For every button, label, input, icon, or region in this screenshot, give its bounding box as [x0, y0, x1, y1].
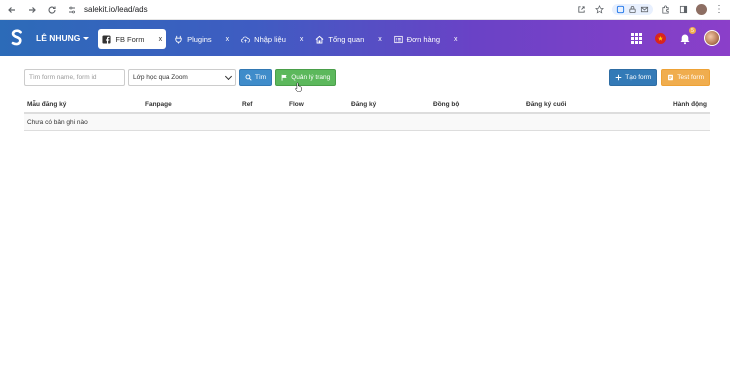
search-input[interactable]: Tìm form name, form id — [24, 69, 125, 86]
select-value: Lớp học qua Zoom — [133, 74, 188, 81]
vietnam-flag-icon[interactable] — [655, 32, 666, 44]
column-header[interactable]: Mẫu đăng ký — [27, 101, 66, 108]
table-header: Mẫu đăng ký Fanpage Ref Flow Đăng ký Đồn… — [24, 96, 710, 114]
bookmark-star-icon[interactable] — [594, 4, 605, 15]
user-menu[interactable]: LÊ NHUNG — [36, 33, 90, 43]
tab-label: FB Form — [115, 34, 145, 44]
user-name: LÊ NHUNG — [36, 33, 81, 43]
list-icon — [394, 35, 403, 44]
tab-close-button[interactable]: x — [159, 36, 163, 43]
url-text: salekit.io/lead/ads — [84, 5, 148, 14]
tab-bar: FB Form x Plugins x Nhập liệu x Tổng qua… — [98, 20, 461, 56]
tab-plugins[interactable]: Plugins x — [170, 29, 233, 49]
open-external-icon[interactable] — [576, 4, 587, 15]
column-header[interactable]: Đăng ký — [351, 101, 376, 108]
tab-label: Plugins — [187, 34, 212, 44]
puzzle-icon[interactable] — [660, 4, 671, 15]
category-select[interactable]: Lớp học qua Zoom — [128, 69, 236, 86]
site-info-icon[interactable] — [66, 4, 78, 16]
test-form-button[interactable]: Test form — [661, 69, 710, 86]
create-form-label: Tạo form — [625, 74, 652, 81]
column-header[interactable]: Đăng ký cuối — [526, 101, 566, 108]
notification-badge: 5 — [689, 27, 696, 34]
column-header[interactable]: Fanpage — [145, 101, 172, 108]
column-header[interactable]: Hành động — [673, 101, 707, 108]
search-icon — [245, 74, 252, 81]
facebook-icon — [102, 34, 111, 44]
manage-pages-button[interactable]: Quản lý trang — [275, 69, 337, 86]
back-icon[interactable] — [6, 4, 18, 16]
filter-toolbar: Tìm form name, form id Lớp học qua Zoom … — [0, 69, 730, 86]
form-icon — [668, 74, 674, 81]
chevron-down-icon — [224, 72, 233, 80]
cloud-upload-icon — [241, 35, 251, 44]
test-form-label: Test form — [677, 74, 704, 81]
more-menu-icon[interactable]: ⋮ — [714, 4, 724, 15]
pointer-cursor-icon — [295, 82, 302, 92]
column-header[interactable]: Ref — [242, 101, 252, 108]
column-header[interactable]: Đồng bộ — [433, 101, 459, 108]
plus-icon — [615, 74, 622, 81]
tab-close-button[interactable]: x — [454, 36, 458, 43]
side-panel-icon[interactable] — [678, 4, 689, 15]
search-button[interactable]: Tìm — [239, 69, 273, 86]
tab-label: Đơn hàng — [406, 34, 441, 44]
extensions-group — [612, 4, 653, 15]
flag-icon — [281, 74, 287, 81]
caret-down-icon — [83, 37, 90, 40]
user-avatar[interactable] — [704, 30, 720, 46]
tab-don-hang[interactable]: Đơn hàng x — [390, 29, 462, 49]
create-form-button[interactable]: Tạo form — [609, 69, 658, 86]
empty-state-row: Chưa có bản ghi nào — [24, 114, 710, 131]
tab-close-button[interactable]: x — [378, 36, 382, 43]
profile-avatar[interactable] — [696, 4, 707, 15]
home-icon — [315, 35, 324, 44]
empty-message: Chưa có bản ghi nào — [27, 118, 88, 126]
plug-icon — [174, 35, 183, 44]
app-header: LÊ NHUNG FB Form x Plugins x Nhập liệu x — [0, 20, 730, 56]
tab-tong-quan[interactable]: Tổng quan x — [311, 29, 385, 49]
tab-nhap-lieu[interactable]: Nhập liệu x — [237, 29, 307, 49]
tab-close-button[interactable]: x — [300, 36, 304, 43]
tab-label: Nhập liệu — [254, 34, 286, 44]
extension-mail-icon[interactable] — [640, 5, 649, 14]
manage-pages-label: Quản lý trang — [291, 74, 331, 81]
reload-icon[interactable] — [46, 4, 58, 16]
tab-close-button[interactable]: x — [226, 36, 230, 43]
apps-grid-icon[interactable] — [631, 32, 642, 44]
column-header[interactable]: Flow — [289, 101, 304, 108]
tab-fb-form[interactable]: FB Form x — [98, 29, 167, 49]
notification-bell-icon[interactable]: 5 — [679, 27, 696, 45]
forms-table: Mẫu đăng ký Fanpage Ref Flow Đăng ký Đồn… — [24, 96, 710, 131]
address-bar[interactable]: salekit.io/lead/ads — [66, 3, 568, 17]
browser-toolbar: salekit.io/lead/ads ⋮ — [0, 0, 730, 20]
search-button-label: Tìm — [255, 74, 267, 81]
extension-blue-icon[interactable] — [616, 5, 625, 14]
salekit-logo[interactable] — [8, 27, 26, 49]
forward-icon[interactable] — [26, 4, 38, 16]
tab-label: Tổng quan — [328, 34, 365, 44]
extension-lock-icon[interactable] — [628, 5, 637, 14]
